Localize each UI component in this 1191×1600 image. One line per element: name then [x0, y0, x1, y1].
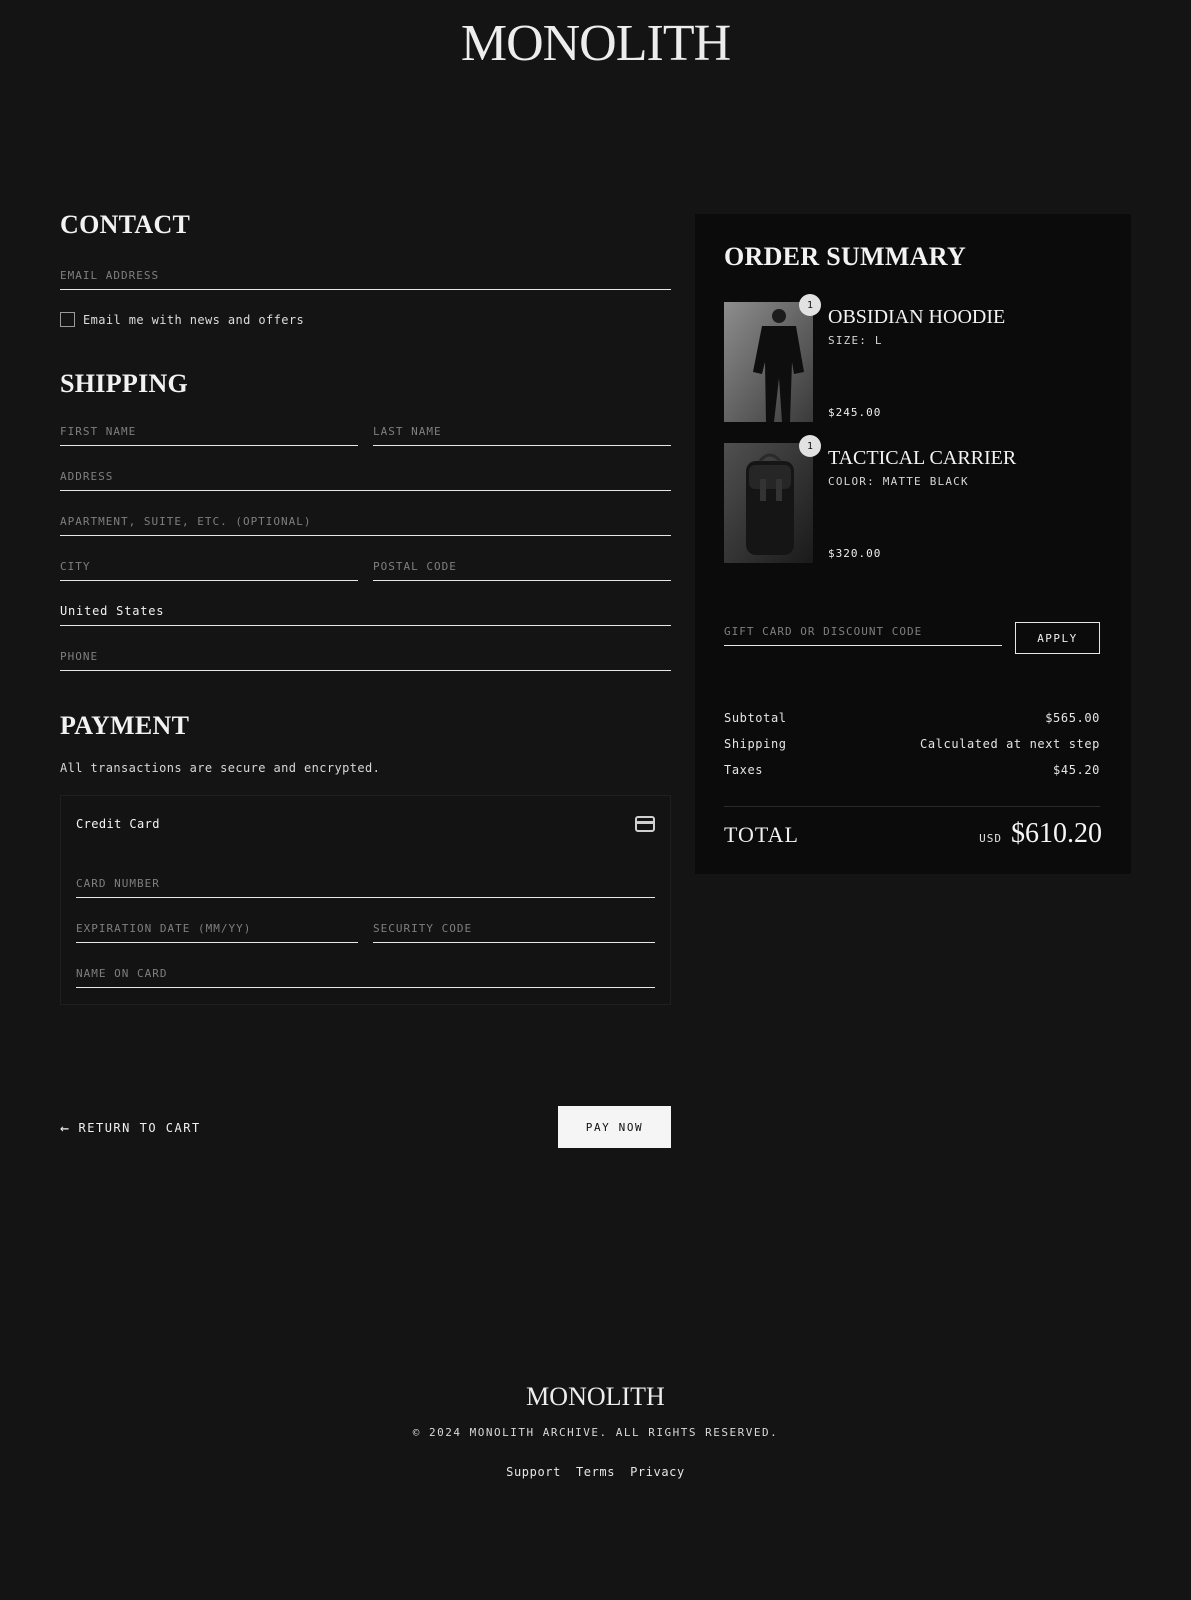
discount-placeholder: GIFT CARD OR DISCOUNT CODE: [724, 625, 923, 638]
site-footer: MONOLITH © 2024 MONOLITH ARCHIVE. ALL RI…: [0, 1382, 1191, 1479]
newsletter-option[interactable]: Email me with news and offers: [60, 312, 671, 327]
footer-link-terms[interactable]: Terms: [576, 1465, 615, 1479]
footer-link-privacy[interactable]: Privacy: [630, 1465, 685, 1479]
return-label: RETURN TO CART: [78, 1121, 201, 1135]
total-amount: USD $610.20: [979, 818, 1102, 850]
total-value: $610.20: [1011, 818, 1102, 849]
country-select[interactable]: United States: [60, 602, 671, 626]
city-placeholder: CITY: [60, 560, 91, 573]
subtotal-value: $565.00: [1045, 711, 1100, 725]
discount-code-input[interactable]: GIFT CARD OR DISCOUNT CODE: [724, 622, 1002, 646]
last-name-field[interactable]: LAST NAME: [373, 422, 671, 446]
cost-breakdown: Subtotal $565.00 Shipping Calculated at …: [724, 711, 1100, 789]
footer-brand[interactable]: MONOLITH: [0, 1382, 1191, 1412]
taxes-label: Taxes: [724, 763, 764, 777]
total-label: TOTAL: [724, 822, 799, 847]
item-variant: COLOR: MATTE BLACK: [828, 475, 969, 488]
footer-links: Support Terms Privacy: [0, 1465, 1191, 1479]
order-summary: ORDER SUMMARY 1 OBSIDIAN HOODIE SIZE: L …: [695, 214, 1131, 874]
pay-now-button[interactable]: PAY NOW: [558, 1106, 671, 1148]
line-item: 1 OBSIDIAN HOODIE SIZE: L $245.00: [724, 294, 1102, 422]
item-variant: SIZE: L: [828, 334, 883, 347]
copyright: © 2024 MONOLITH ARCHIVE. ALL RIGHTS RESE…: [412, 1426, 779, 1439]
credit-card-icon: [635, 816, 655, 832]
card-number-field[interactable]: CARD NUMBER: [76, 874, 655, 898]
name-on-card-field[interactable]: NAME ON CARD: [76, 964, 655, 988]
arrow-left-icon: ←: [60, 1119, 71, 1137]
security-code-field[interactable]: SECURITY CODE: [373, 919, 655, 943]
item-price: $320.00: [828, 547, 882, 560]
subtotal-label: Subtotal: [724, 711, 787, 725]
quantity-badge: 1: [799, 435, 821, 457]
payment-method-label: Credit Card: [76, 817, 160, 831]
taxes-value: $45.20: [1053, 763, 1100, 777]
quantity-badge: 1: [799, 294, 821, 316]
last-name-placeholder: LAST NAME: [373, 425, 442, 438]
newsletter-label: Email me with news and offers: [83, 312, 305, 327]
item-name: TACTICAL CARRIER: [828, 447, 1017, 469]
shipping-value: Calculated at next step: [920, 737, 1100, 751]
brand-logo[interactable]: MONOLITH: [0, 14, 1191, 73]
expiration-placeholder: EXPIRATION DATE (MM/YY): [76, 922, 252, 935]
footer-link-support[interactable]: Support: [506, 1465, 561, 1479]
return-to-cart-link[interactable]: ← RETURN TO CART: [60, 1119, 201, 1137]
contact-title: CONTACT: [60, 210, 191, 239]
country-value: United States: [60, 604, 165, 618]
item-price: $245.00: [828, 406, 882, 419]
phone-placeholder: PHONE: [60, 650, 99, 663]
summary-divider: [724, 806, 1100, 807]
shipping-label: Shipping: [724, 737, 787, 751]
payment-title: PAYMENT: [60, 711, 190, 740]
newsletter-checkbox[interactable]: [60, 312, 75, 327]
shipping-title: SHIPPING: [60, 369, 189, 398]
postal-code-field[interactable]: POSTAL CODE: [373, 557, 671, 581]
currency-code: USD: [979, 832, 1002, 845]
name-on-card-placeholder: NAME ON CARD: [76, 967, 168, 980]
checkout-form: CONTACT EMAIL ADDRESS Email me with news…: [60, 210, 671, 1005]
apartment-placeholder: APARTMENT, SUITE, ETC. (OPTIONAL): [60, 515, 312, 528]
item-name: OBSIDIAN HOODIE: [828, 306, 1006, 328]
address-placeholder: ADDRESS: [60, 470, 114, 483]
credit-card-panel: Credit Card CARD NUMBER EXPIRATION DATE …: [60, 795, 671, 1005]
email-field[interactable]: EMAIL ADDRESS: [60, 266, 671, 290]
card-number-placeholder: CARD NUMBER: [76, 877, 160, 890]
line-item: 1 TACTICAL CARRIER COLOR: MATTE BLACK $3…: [724, 435, 1102, 563]
first-name-placeholder: FIRST NAME: [60, 425, 137, 438]
first-name-field[interactable]: FIRST NAME: [60, 422, 358, 446]
order-summary-title: ORDER SUMMARY: [724, 242, 967, 271]
payment-method-header[interactable]: Credit Card: [76, 816, 655, 832]
apply-discount-button[interactable]: APPLY: [1015, 622, 1100, 654]
payment-note: All transactions are secure and encrypte…: [60, 761, 381, 775]
security-code-placeholder: SECURITY CODE: [373, 922, 473, 935]
apartment-field[interactable]: APARTMENT, SUITE, ETC. (OPTIONAL): [60, 512, 671, 536]
checkout-actions: ← RETURN TO CART PAY NOW: [60, 1106, 671, 1148]
city-field[interactable]: CITY: [60, 557, 358, 581]
product-image-hoodie: [724, 302, 813, 422]
postal-code-placeholder: POSTAL CODE: [373, 560, 457, 573]
email-placeholder: EMAIL ADDRESS: [60, 269, 160, 282]
phone-field[interactable]: PHONE: [60, 647, 671, 671]
address-field[interactable]: ADDRESS: [60, 467, 671, 491]
product-image-carrier: [724, 443, 813, 563]
expiration-field[interactable]: EXPIRATION DATE (MM/YY): [76, 919, 358, 943]
